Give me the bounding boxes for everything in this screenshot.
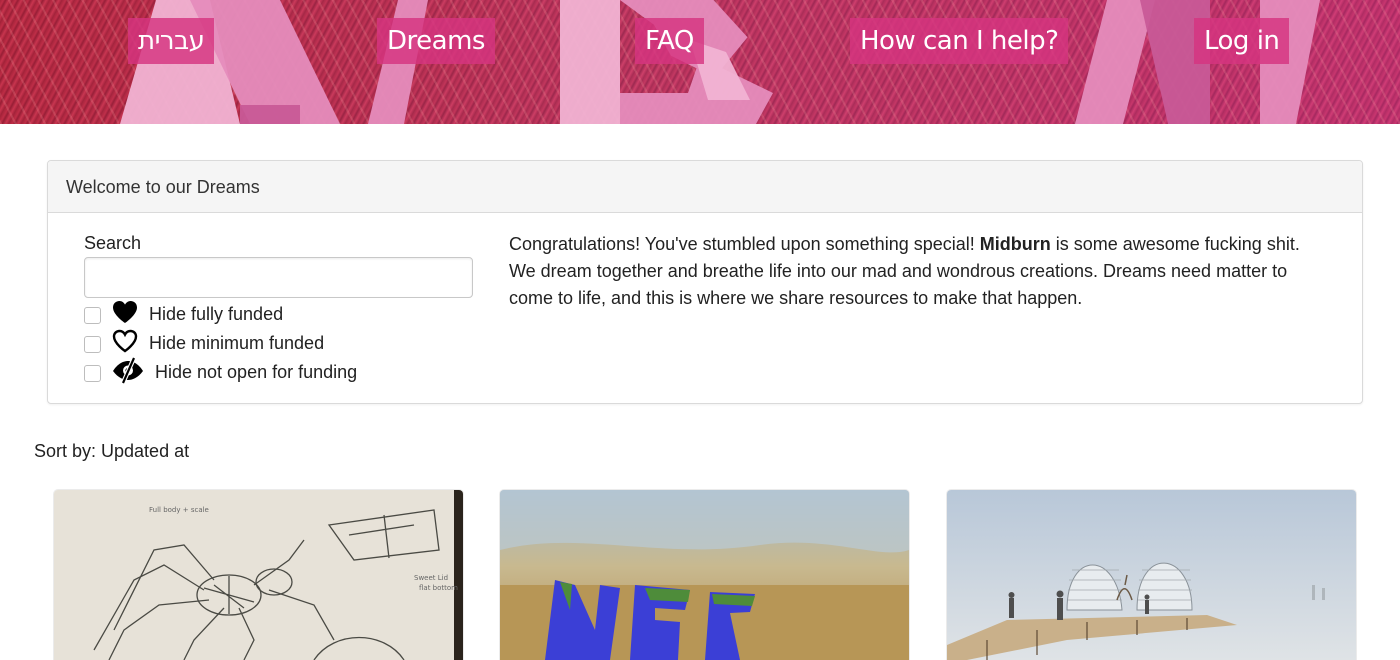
heart-filled-icon bbox=[111, 299, 139, 330]
dream-card[interactable] bbox=[947, 490, 1356, 660]
search-input[interactable] bbox=[84, 257, 473, 298]
panel-title: Welcome to our Dreams bbox=[48, 161, 1362, 213]
intro-text-midburn: Midburn bbox=[979, 234, 1051, 254]
nav-link-dreams[interactable]: Dreams bbox=[377, 18, 495, 64]
filter-hide-not-open: Hide not open for funding bbox=[84, 356, 358, 389]
nav-link-how-can-i-help[interactable]: How can I help? bbox=[850, 18, 1069, 64]
checkbox-hide-fully-funded[interactable] bbox=[84, 307, 101, 324]
filter-hide-minimum-funded: Hide minimum funded bbox=[84, 329, 324, 357]
welcome-panel: Welcome to our Dreams Search Hide fully … bbox=[47, 160, 1363, 404]
intro-text: Congratulations! You've stumbled upon so… bbox=[509, 231, 1329, 312]
checkbox-hide-not-open[interactable] bbox=[84, 365, 101, 382]
dream-card[interactable]: Full body + scale Sweet Lid flat bottom bbox=[54, 490, 463, 660]
desert-letters-image bbox=[500, 490, 909, 660]
banner-letter-shape bbox=[240, 105, 300, 124]
dream-card[interactable] bbox=[500, 490, 909, 660]
banner-letter-shape bbox=[560, 0, 620, 124]
filter-label: Hide minimum funded bbox=[149, 332, 325, 353]
sort-selector[interactable]: Sort by: Updated at bbox=[34, 441, 189, 462]
eye-slash-icon bbox=[111, 356, 145, 389]
intro-text-start: Congratulations! You've stumbled upon so… bbox=[509, 234, 980, 254]
filter-label: Hide not open for funding bbox=[155, 361, 358, 382]
filter-label: Hide fully funded bbox=[149, 303, 284, 324]
filter-hide-fully-funded: Hide fully funded bbox=[84, 300, 283, 328]
nav-link-hebrew[interactable]: עברית bbox=[128, 18, 215, 64]
nav-link-login[interactable]: Log in bbox=[1194, 18, 1290, 64]
heart-outline-icon bbox=[111, 328, 139, 359]
svg-text:Sweet Lid: Sweet Lid bbox=[414, 574, 448, 582]
header-banner: עברית Dreams FAQ How can I help? Log in bbox=[0, 0, 1400, 124]
checkbox-hide-minimum-funded[interactable] bbox=[84, 336, 101, 353]
spider-sketch-image: Full body + scale Sweet Lid flat bottom bbox=[54, 490, 463, 660]
dome-structure-image bbox=[947, 490, 1356, 660]
svg-text:Full body + scale: Full body + scale bbox=[149, 506, 209, 514]
nav-link-faq[interactable]: FAQ bbox=[635, 18, 704, 64]
svg-text:flat bottom: flat bottom bbox=[419, 584, 458, 592]
search-label: Search bbox=[84, 233, 142, 253]
